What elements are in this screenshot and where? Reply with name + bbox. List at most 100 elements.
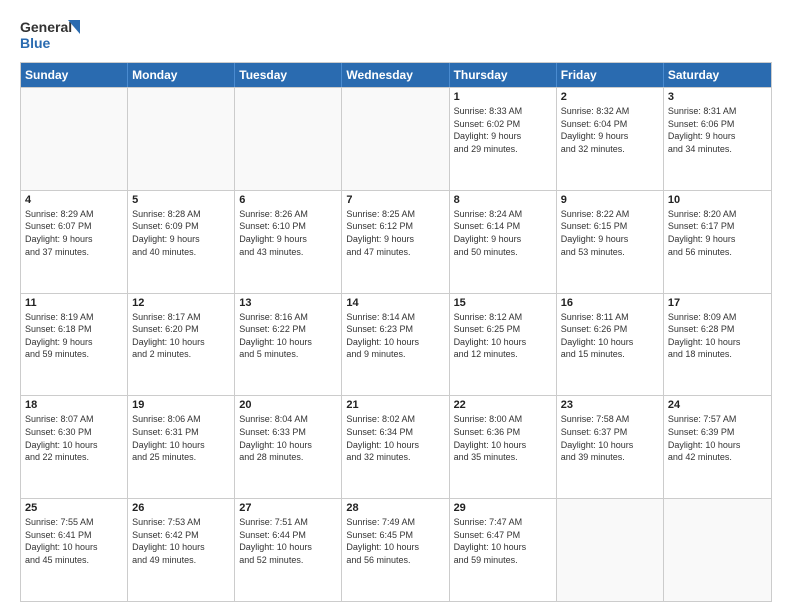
day-number: 22: [454, 399, 552, 411]
day-info: Sunrise: 8:16 AM Sunset: 6:22 PM Dayligh…: [239, 311, 337, 361]
day-cell-3: 3Sunrise: 8:31 AM Sunset: 6:06 PM Daylig…: [664, 88, 771, 190]
day-number: 4: [25, 194, 123, 206]
day-number: 25: [25, 502, 123, 514]
day-info: Sunrise: 7:57 AM Sunset: 6:39 PM Dayligh…: [668, 413, 767, 463]
day-number: 5: [132, 194, 230, 206]
day-number: 13: [239, 297, 337, 309]
logo-svg: GeneralBlue: [20, 16, 80, 52]
day-cell-16: 16 Sunrise: 8:11 AM Sunset: 6:26 PM Dayli…: [557, 294, 664, 396]
day-header-friday: Friday: [557, 63, 664, 87]
day-cell-empty: [235, 88, 342, 190]
day-info: Sunrise: 8:07 AM Sunset: 6:30 PM Dayligh…: [25, 413, 123, 463]
day-cell-22: 22 Sunrise: 8:00 AM Sunset: 6:36 PM Dayli…: [450, 396, 557, 498]
day-cell-26: 26Sunrise: 7:53 AM Sunset: 6:42 PM Dayli…: [128, 499, 235, 601]
day-info: Sunrise: 8:11 AM Sunset: 6:26 PM Dayligh…: [561, 311, 659, 361]
day-info: Sunrise: 8:26 AM Sunset: 6:10 PM Dayligh…: [239, 208, 337, 258]
day-info: Sunrise: 8:29 AM Sunset: 6:07 PM Dayligh…: [25, 208, 123, 258]
day-info: Sunrise: 8:02 AM Sunset: 6:34 PM Dayligh…: [346, 413, 444, 463]
day-number: 27: [239, 502, 337, 514]
day-number: 17: [668, 297, 767, 309]
day-cell-1: 1Sunrise: 8:33 AM Sunset: 6:02 PM Daylig…: [450, 88, 557, 190]
day-info: Sunrise: 8:06 AM Sunset: 6:31 PM Dayligh…: [132, 413, 230, 463]
day-number: 11: [25, 297, 123, 309]
week-row-5: 25 Sunrise: 7:55 AM Sunset: 6:41 PM Dayli…: [21, 498, 771, 601]
day-header-tuesday: Tuesday: [235, 63, 342, 87]
day-cell-15: 15 Sunrise: 8:12 AM Sunset: 6:25 PM Dayli…: [450, 294, 557, 396]
day-number: 12: [132, 297, 230, 309]
day-info: Sunrise: 7:58 AM Sunset: 6:37 PM Dayligh…: [561, 413, 659, 463]
day-number: 6: [239, 194, 337, 206]
day-cell-14: 14 Sunrise: 8:14 AM Sunset: 6:23 PM Dayli…: [342, 294, 449, 396]
day-number: 1: [454, 91, 552, 103]
day-info: Sunrise: 8:32 AM Sunset: 6:04 PM Dayligh…: [561, 105, 659, 155]
day-info: Sunrise: 8:24 AM Sunset: 6:14 PM Dayligh…: [454, 208, 552, 258]
day-cell-2: 2 Sunrise: 8:32 AM Sunset: 6:04 PM Daylig…: [557, 88, 664, 190]
day-cell-18: 18 Sunrise: 8:07 AM Sunset: 6:30 PM Dayli…: [21, 396, 128, 498]
day-info: Sunrise: 7:51 AM Sunset: 6:44 PM Dayligh…: [239, 516, 337, 566]
day-cell-6: 6 Sunrise: 8:26 AM Sunset: 6:10 PM Daylig…: [235, 191, 342, 293]
day-number: 10: [668, 194, 767, 206]
day-number: 14: [346, 297, 444, 309]
page: GeneralBlue SundayMondayTuesdayWednesday…: [0, 0, 792, 612]
day-cell-10: 10 Sunrise: 8:20 AM Sunset: 6:17 PM Dayli…: [664, 191, 771, 293]
day-cell-13: 13 Sunrise: 8:16 AM Sunset: 6:22 PM Dayli…: [235, 294, 342, 396]
logo: GeneralBlue: [20, 16, 80, 52]
day-info: Sunrise: 8:12 AM Sunset: 6:25 PM Dayligh…: [454, 311, 552, 361]
day-info: Sunrise: 8:17 AM Sunset: 6:20 PM Dayligh…: [132, 311, 230, 361]
header: GeneralBlue: [20, 16, 772, 52]
svg-text:Blue: Blue: [20, 35, 51, 51]
day-number: 16: [561, 297, 659, 309]
day-cell-9: 9Sunrise: 8:22 AM Sunset: 6:15 PM Daylig…: [557, 191, 664, 293]
day-number: 8: [454, 194, 552, 206]
day-header-sunday: Sunday: [21, 63, 128, 87]
day-header-wednesday: Wednesday: [342, 63, 449, 87]
day-info: Sunrise: 8:22 AM Sunset: 6:15 PM Dayligh…: [561, 208, 659, 258]
day-cell-empty: [557, 499, 664, 601]
day-info: Sunrise: 7:49 AM Sunset: 6:45 PM Dayligh…: [346, 516, 444, 566]
day-cell-5: 5Sunrise: 8:28 AM Sunset: 6:09 PM Daylig…: [128, 191, 235, 293]
day-cell-20: 20 Sunrise: 8:04 AM Sunset: 6:33 PM Dayli…: [235, 396, 342, 498]
week-row-3: 11 Sunrise: 8:19 AM Sunset: 6:18 PM Dayli…: [21, 293, 771, 396]
week-row-1: 1Sunrise: 8:33 AM Sunset: 6:02 PM Daylig…: [21, 87, 771, 190]
day-number: 23: [561, 399, 659, 411]
week-row-4: 18 Sunrise: 8:07 AM Sunset: 6:30 PM Dayli…: [21, 395, 771, 498]
day-number: 21: [346, 399, 444, 411]
week-row-2: 4 Sunrise: 8:29 AM Sunset: 6:07 PM Daylig…: [21, 190, 771, 293]
day-cell-24: 24Sunrise: 7:57 AM Sunset: 6:39 PM Dayli…: [664, 396, 771, 498]
day-cell-25: 25 Sunrise: 7:55 AM Sunset: 6:41 PM Dayli…: [21, 499, 128, 601]
day-info: Sunrise: 8:31 AM Sunset: 6:06 PM Dayligh…: [668, 105, 767, 155]
day-cell-11: 11 Sunrise: 8:19 AM Sunset: 6:18 PM Dayli…: [21, 294, 128, 396]
day-cell-28: 28Sunrise: 7:49 AM Sunset: 6:45 PM Dayli…: [342, 499, 449, 601]
day-cell-29: 29Sunrise: 7:47 AM Sunset: 6:47 PM Dayli…: [450, 499, 557, 601]
day-info: Sunrise: 7:53 AM Sunset: 6:42 PM Dayligh…: [132, 516, 230, 566]
day-cell-empty: [664, 499, 771, 601]
day-number: 19: [132, 399, 230, 411]
day-cell-27: 27 Sunrise: 7:51 AM Sunset: 6:44 PM Dayli…: [235, 499, 342, 601]
day-cell-23: 23 Sunrise: 7:58 AM Sunset: 6:37 PM Dayli…: [557, 396, 664, 498]
day-info: Sunrise: 8:14 AM Sunset: 6:23 PM Dayligh…: [346, 311, 444, 361]
calendar-body: 1Sunrise: 8:33 AM Sunset: 6:02 PM Daylig…: [21, 87, 771, 601]
day-info: Sunrise: 8:19 AM Sunset: 6:18 PM Dayligh…: [25, 311, 123, 361]
day-cell-empty: [342, 88, 449, 190]
day-cell-19: 19 Sunrise: 8:06 AM Sunset: 6:31 PM Dayli…: [128, 396, 235, 498]
day-number: 15: [454, 297, 552, 309]
day-number: 2: [561, 91, 659, 103]
day-info: Sunrise: 7:47 AM Sunset: 6:47 PM Dayligh…: [454, 516, 552, 566]
day-info: Sunrise: 8:00 AM Sunset: 6:36 PM Dayligh…: [454, 413, 552, 463]
day-cell-17: 17Sunrise: 8:09 AM Sunset: 6:28 PM Dayli…: [664, 294, 771, 396]
day-header-thursday: Thursday: [450, 63, 557, 87]
day-header-monday: Monday: [128, 63, 235, 87]
day-number: 7: [346, 194, 444, 206]
day-cell-7: 7 Sunrise: 8:25 AM Sunset: 6:12 PM Daylig…: [342, 191, 449, 293]
day-cell-12: 12 Sunrise: 8:17 AM Sunset: 6:20 PM Dayli…: [128, 294, 235, 396]
day-info: Sunrise: 7:55 AM Sunset: 6:41 PM Dayligh…: [25, 516, 123, 566]
day-number: 20: [239, 399, 337, 411]
day-cell-4: 4 Sunrise: 8:29 AM Sunset: 6:07 PM Daylig…: [21, 191, 128, 293]
calendar-header: SundayMondayTuesdayWednesdayThursdayFrid…: [21, 63, 771, 87]
day-header-saturday: Saturday: [664, 63, 771, 87]
day-number: 18: [25, 399, 123, 411]
day-cell-21: 21 Sunrise: 8:02 AM Sunset: 6:34 PM Dayli…: [342, 396, 449, 498]
day-info: Sunrise: 8:04 AM Sunset: 6:33 PM Dayligh…: [239, 413, 337, 463]
day-info: Sunrise: 8:25 AM Sunset: 6:12 PM Dayligh…: [346, 208, 444, 258]
day-info: Sunrise: 8:20 AM Sunset: 6:17 PM Dayligh…: [668, 208, 767, 258]
